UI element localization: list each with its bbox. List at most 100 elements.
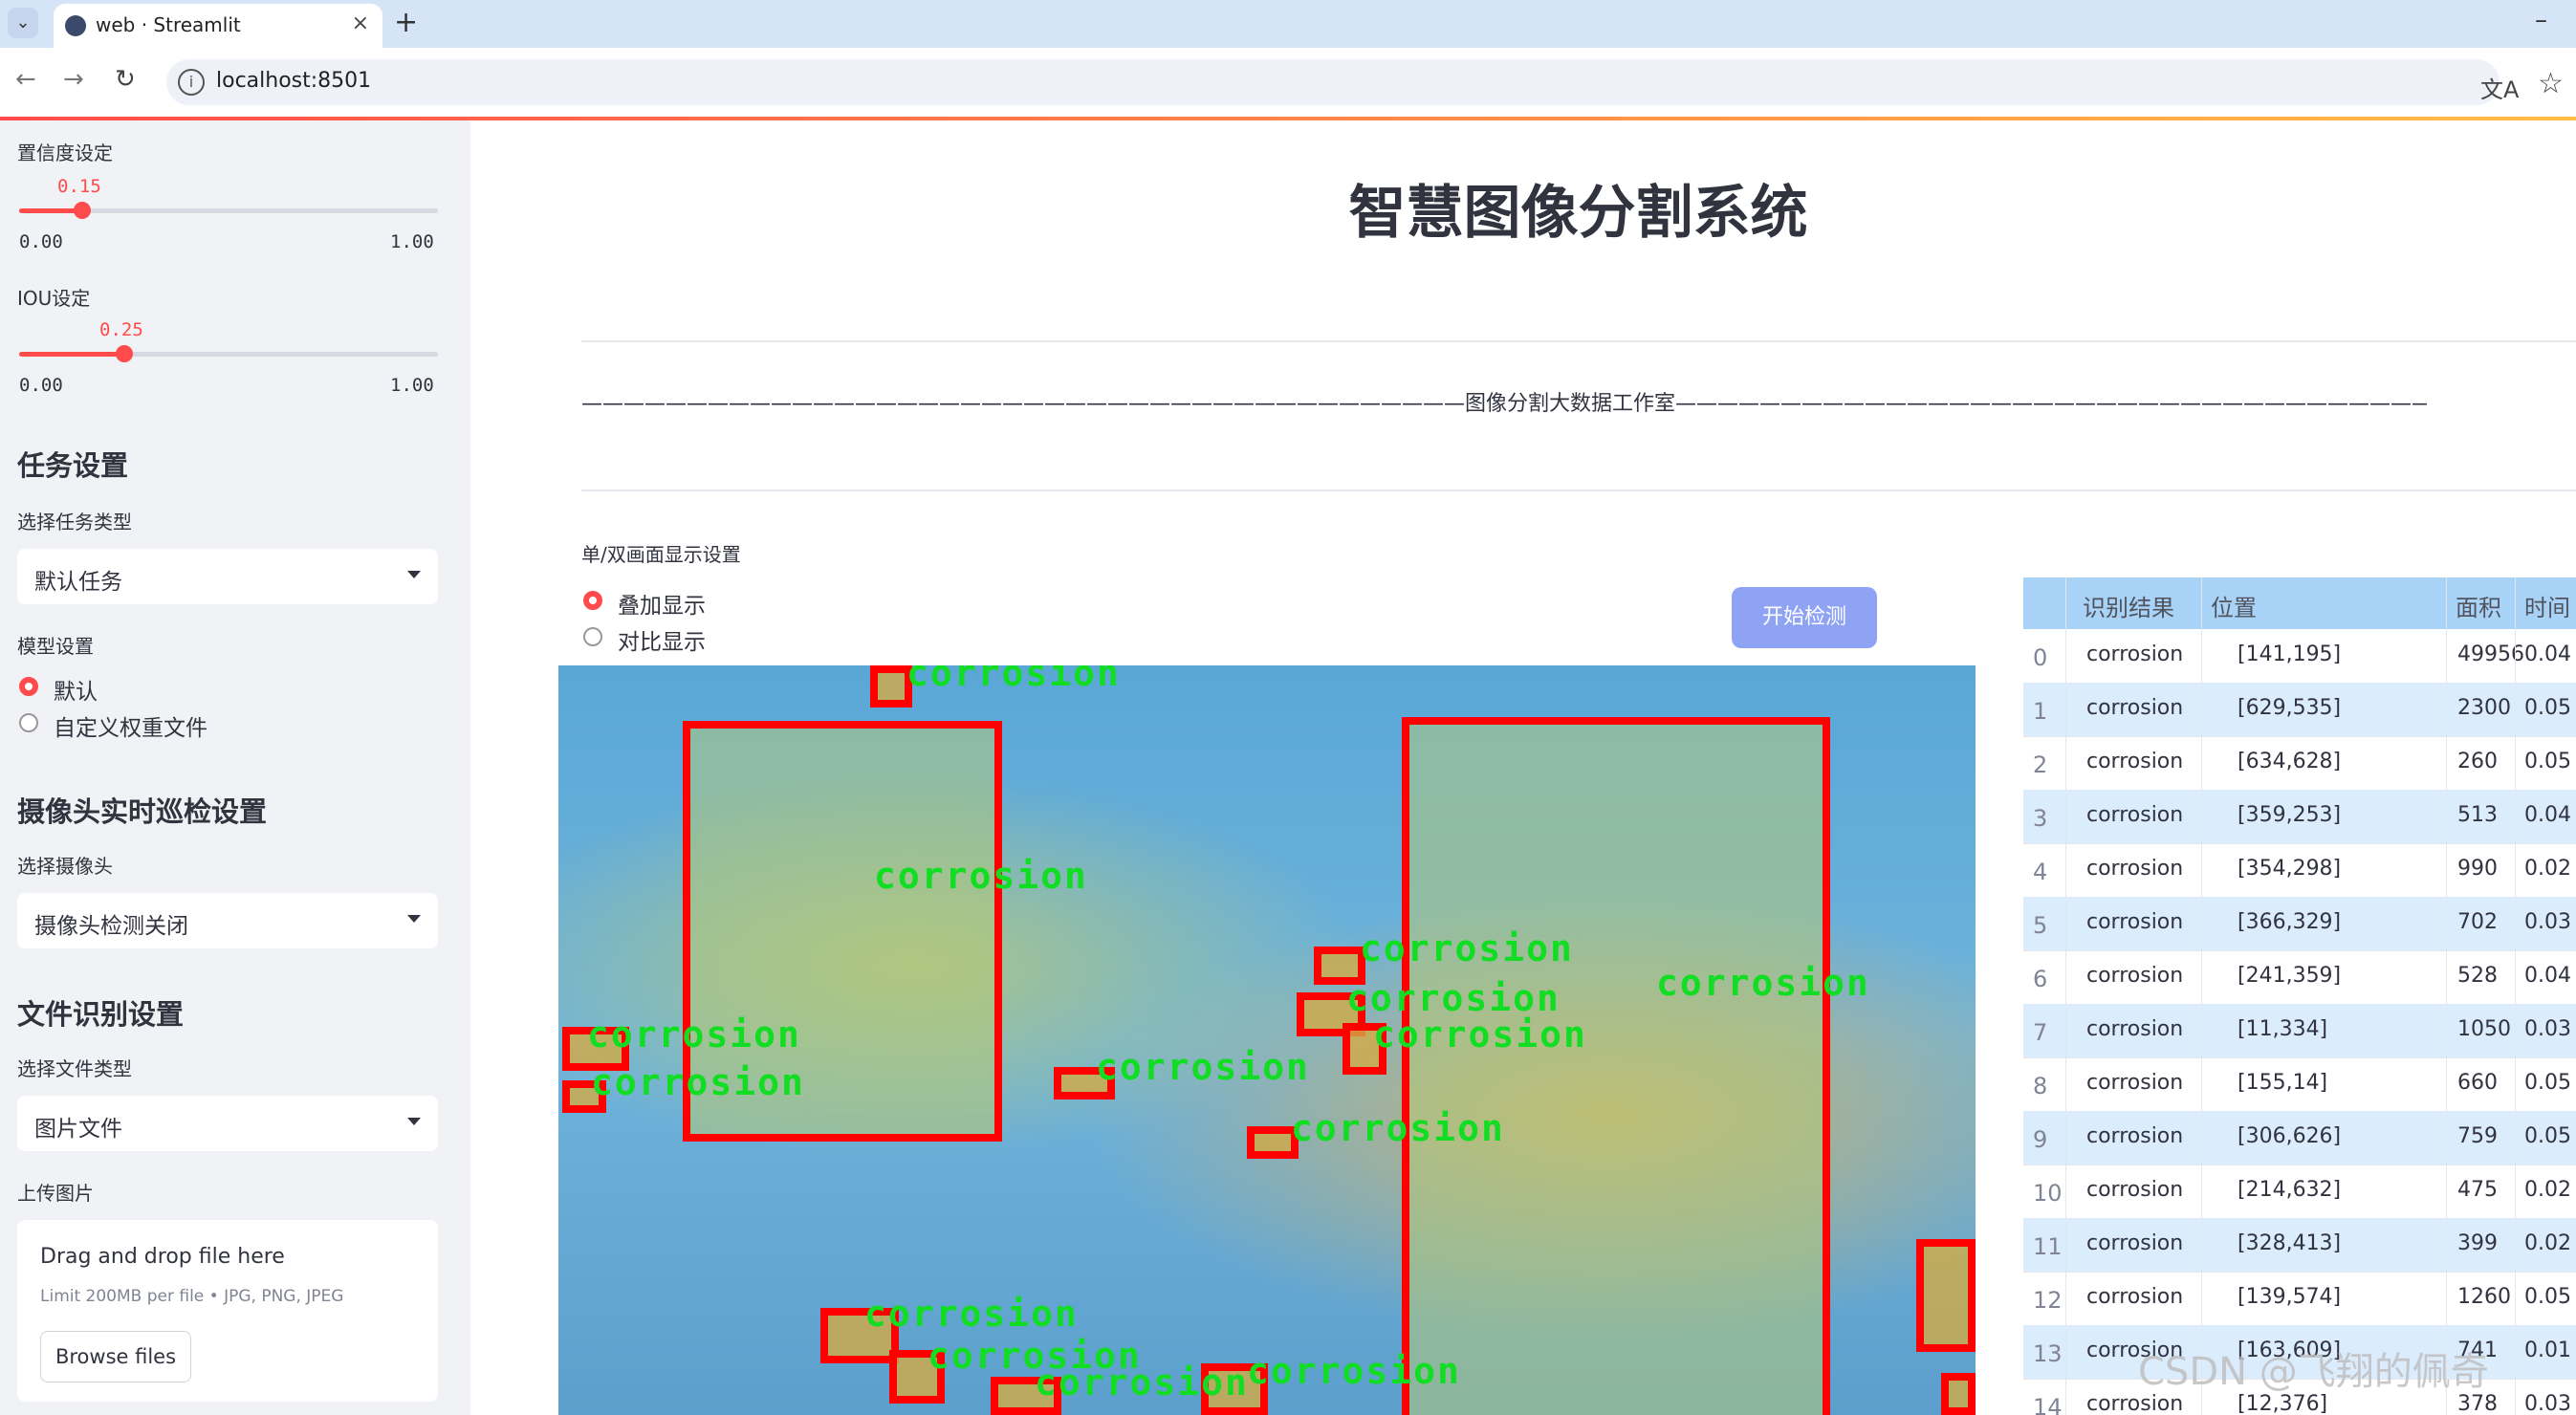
radio-selected-icon[interactable] (583, 591, 602, 610)
radio-unselected-icon[interactable] (583, 627, 602, 646)
detection-label: corrosion (1656, 962, 1870, 1004)
model-label: 模型设置 (17, 635, 94, 658)
site-info-icon[interactable]: i (178, 69, 205, 96)
main-content: 智慧图像分割系统 ———————————————————————————————… (470, 120, 2576, 1415)
iou-slider-thumb[interactable] (115, 345, 133, 362)
cell-time: 0.04 (2524, 642, 2571, 666)
table-row[interactable]: 9 corrosion [306,626] 759 0.05 (2023, 1111, 2576, 1165)
column-separator (2201, 577, 2202, 1415)
file-heading: 文件识别设置 (17, 998, 185, 1031)
cell-time: 0.01 (2524, 1339, 2571, 1362)
cell-position: [354,298] (2238, 857, 2342, 881)
column-header[interactable]: 位置 (2211, 589, 2257, 622)
cell-time: 0.02 (2524, 1231, 2571, 1255)
row-index: 12 (2033, 1287, 2063, 1314)
new-tab-icon[interactable]: + (394, 6, 418, 39)
task-select-value: 默认任务 (34, 570, 122, 595)
detection-label: corrosion (1035, 1361, 1249, 1404)
detection-label: corrosion (874, 855, 1088, 897)
cell-area: 475 (2457, 1178, 2498, 1202)
table-row[interactable]: 6 corrosion [241,359] 528 0.04 (2023, 950, 2576, 1005)
cell-time: 0.02 (2524, 857, 2571, 881)
tab-close-icon[interactable]: × (352, 11, 369, 35)
cell-time: 0.03 (2524, 910, 2571, 934)
browser-tab[interactable]: web · Streamlit × (54, 4, 382, 48)
cell-time: 0.03 (2524, 1017, 2571, 1041)
table-row[interactable]: 8 corrosion [155,14] 660 0.05 (2023, 1057, 2576, 1112)
table-row[interactable]: 2 corrosion [634,628] 260 0.05 (2023, 736, 2576, 791)
table-row[interactable]: 4 corrosion [354,298] 990 0.02 (2023, 843, 2576, 898)
watermark: CSDN @飞翔的佩奇 (2138, 1350, 2489, 1394)
table-row[interactable]: 1 corrosion [629,535] 2300 0.05 (2023, 683, 2576, 737)
radio-selected-icon[interactable] (19, 677, 38, 696)
cell-time: 0.05 (2524, 750, 2571, 773)
cell-position: [634,628] (2238, 750, 2342, 773)
cell-area: 528 (2457, 964, 2498, 988)
file-type-select[interactable]: 图片文件 (17, 1096, 438, 1151)
detection-box (1402, 717, 1830, 1415)
minimize-icon[interactable]: – (2535, 6, 2547, 34)
browser-tabstrip: ⌄ web · Streamlit × + – (0, 0, 2576, 48)
column-header[interactable]: 识别结果 (2083, 589, 2174, 622)
start-detection-button[interactable]: 开始检测 (1732, 587, 1877, 648)
cell-position: [328,413] (2238, 1231, 2342, 1255)
camera-select[interactable]: 摄像头检测关闭 (17, 893, 438, 948)
row-index: 14 (2033, 1394, 2063, 1415)
cell-result: corrosion (2086, 857, 2184, 881)
column-header[interactable]: 面积 (2456, 589, 2501, 622)
column-header[interactable]: 时间 (2524, 589, 2570, 622)
detection-label: corrosion (1247, 1350, 1461, 1392)
file-dropzone[interactable]: Drag and drop file here Limit 200MB per … (17, 1220, 438, 1402)
table-row[interactable]: 0 corrosion [141,195] 49956 0.04 (2023, 629, 2576, 684)
forward-arrow-icon[interactable]: → (63, 65, 84, 94)
iou-slider[interactable] (19, 345, 438, 362)
cell-area: 2300 (2457, 696, 2511, 720)
cell-result: corrosion (2086, 1231, 2184, 1255)
cell-area: 990 (2457, 857, 2498, 881)
cell-result: corrosion (2086, 642, 2184, 666)
table-row[interactable]: 11 corrosion [328,413] 399 0.02 (2023, 1218, 2576, 1273)
iou-value: 0.25 (99, 319, 143, 340)
iou-max: 1.00 (390, 375, 434, 396)
back-arrow-icon[interactable]: ← (15, 65, 36, 94)
task-select-label: 选择任务类型 (17, 511, 132, 533)
radio-unselected-icon[interactable] (19, 713, 38, 732)
browse-files-button[interactable]: Browse files (40, 1331, 191, 1382)
iou-min: 0.00 (19, 375, 63, 396)
detection-label: corrosion (906, 665, 1121, 694)
cell-position: [241,359] (2238, 964, 2342, 988)
chevron-down-icon (407, 915, 421, 923)
cell-area: 702 (2457, 910, 2498, 934)
confidence-slider[interactable] (19, 202, 438, 219)
table-row[interactable]: 10 corrosion [214,632] 475 0.02 (2023, 1165, 2576, 1219)
cell-result: corrosion (2086, 750, 2184, 773)
table-row[interactable]: 12 corrosion [139,574] 1260 0.05 (2023, 1272, 2576, 1326)
task-heading: 任务设置 (17, 449, 129, 482)
row-index: 7 (2033, 1019, 2048, 1046)
bookmark-star-icon[interactable]: ☆ (2538, 67, 2564, 100)
cell-time: 0.05 (2524, 1071, 2571, 1095)
row-index: 10 (2033, 1180, 2063, 1207)
iou-slider-fill (19, 352, 124, 357)
iou-label: IOU设定 (17, 287, 91, 310)
confidence-max: 1.00 (390, 231, 434, 252)
table-row[interactable]: 5 corrosion [366,329] 702 0.03 (2023, 897, 2576, 951)
address-bar[interactable]: i localhost:8501 (166, 59, 2500, 105)
cell-position: [155,14] (2238, 1071, 2328, 1095)
cell-result: corrosion (2086, 910, 2184, 934)
cell-area: 1260 (2457, 1285, 2511, 1309)
confidence-slider-thumb[interactable] (73, 202, 91, 219)
cell-time: 0.04 (2524, 964, 2571, 988)
detection-box (1916, 1239, 1976, 1352)
table-row[interactable]: 3 corrosion [359,253] 513 0.04 (2023, 790, 2576, 844)
tab-search-chevron-icon[interactable]: ⌄ (8, 8, 38, 38)
reload-icon[interactable]: ↻ (115, 65, 136, 94)
task-select[interactable]: 默认任务 (17, 549, 438, 604)
confidence-min: 0.00 (19, 231, 63, 252)
translate-icon[interactable]: 文A (2480, 71, 2519, 104)
cell-result: corrosion (2086, 964, 2184, 988)
table-row[interactable]: 7 corrosion [11,334] 1050 0.03 (2023, 1004, 2576, 1058)
row-index: 3 (2033, 805, 2048, 832)
cell-position: [366,329] (2238, 910, 2342, 934)
results-table[interactable]: 识别结果 位置 面积 时间 0 corrosion [141,195] 49956 0.… (2023, 577, 2576, 1415)
